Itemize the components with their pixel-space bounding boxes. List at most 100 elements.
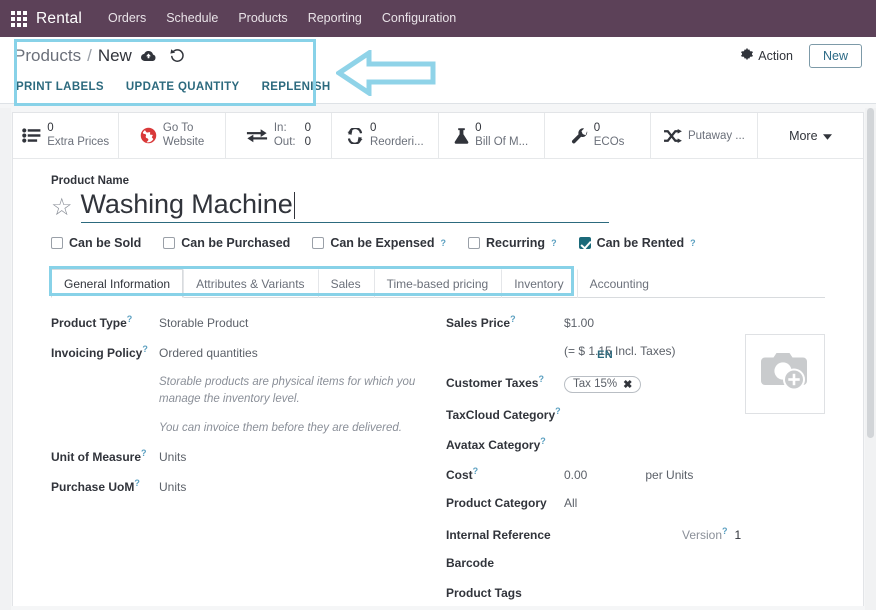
field-value[interactable]: Units	[159, 480, 186, 494]
help-tooltip-icon[interactable]: ?	[473, 466, 479, 476]
field-sales-price: Sales Price? $1.00	[446, 314, 825, 331]
tag-tax-15[interactable]: Tax 15% ✖	[564, 375, 642, 393]
checkbox-can-be-expensed[interactable]: Can be Expensed ?	[312, 236, 446, 250]
product-name-label: Product Name	[51, 175, 129, 187]
field-value[interactable]: Units	[159, 450, 186, 464]
help-tooltip-icon[interactable]: ?	[551, 238, 557, 248]
checkbox-can-be-rented[interactable]: Can be Rented ?	[578, 236, 696, 251]
nav-item-schedule[interactable]: Schedule	[156, 0, 228, 37]
notebook-tabs: General Information Attributes & Variant…	[51, 268, 825, 299]
help-tooltip-icon[interactable]: ?	[510, 314, 516, 324]
field-value[interactable]: All	[564, 496, 577, 510]
version-label: Version?	[682, 525, 728, 542]
app-brand-rental[interactable]: Rental	[36, 10, 82, 28]
breadcrumb: Products / New	[14, 46, 188, 66]
general-information-panel: Product Type? Storable Product Invoicing…	[13, 298, 863, 606]
undo-discard-icon[interactable]	[166, 46, 188, 66]
field-value[interactable]: 0.00	[564, 468, 587, 482]
breadcrumb-current-new: New	[97, 45, 132, 65]
field-cost: Cost? 0.00 per Units	[446, 466, 825, 483]
product-image-placeholder[interactable]	[745, 334, 825, 414]
stat-value: 0	[475, 122, 482, 135]
stat-button-putaway[interactable]: Putaway ...	[651, 113, 758, 158]
stat-button-in-out[interactable]: In: 0 Out: 0	[226, 113, 333, 158]
nav-item-configuration[interactable]: Configuration	[372, 0, 466, 37]
star-favorite-icon[interactable]: ☆	[51, 196, 73, 220]
field-version: Version? 1	[682, 526, 741, 542]
tab-inventory[interactable]: Inventory	[501, 269, 576, 299]
checkbox-box[interactable]	[468, 237, 481, 250]
globe-icon	[140, 127, 157, 144]
nav-item-reporting[interactable]: Reporting	[298, 0, 372, 37]
field-avatax-category: Avatax Category?	[446, 436, 825, 453]
checkbox-can-be-purchased[interactable]: Can be Purchased	[163, 236, 290, 250]
control-panel: Products / New Action New PRINT LABELS U…	[0, 37, 876, 106]
stat-button-ecos[interactable]: 0 ECOs	[545, 113, 652, 158]
stat-button-more[interactable]: More	[758, 113, 863, 158]
tab-general-information[interactable]: General Information	[51, 269, 184, 299]
in-label: In:	[273, 122, 287, 135]
product-form-sheet: 0 Extra Prices Go To Website In: 0 Out: …	[12, 112, 864, 606]
nav-item-products[interactable]: Products	[228, 0, 297, 37]
print-labels-button[interactable]: PRINT LABELS	[16, 81, 104, 93]
help-tooltip-icon[interactable]: ?	[134, 478, 140, 488]
action-menu-label: Action	[758, 48, 793, 63]
more-dropdown: More	[789, 129, 832, 143]
field-product-tags: Product Tags	[446, 586, 825, 603]
breadcrumb-parent-products[interactable]: Products	[14, 46, 81, 66]
refresh-icon	[346, 127, 364, 144]
help-tooltip-icon[interactable]: ?	[555, 406, 561, 416]
tab-accounting[interactable]: Accounting	[576, 269, 662, 299]
nav-item-orders[interactable]: Orders	[98, 0, 156, 37]
checkbox-box[interactable]	[51, 237, 63, 250]
apps-grid-icon[interactable]	[8, 8, 30, 30]
help-tooltip-icon[interactable]: ?	[127, 314, 133, 324]
help-tooltip-icon[interactable]: ?	[142, 344, 148, 354]
in-value: 0	[304, 122, 311, 135]
stat-value: 0	[593, 122, 601, 135]
update-quantity-button[interactable]: UPDATE QUANTITY	[126, 81, 240, 93]
product-name-input[interactable]: Washing Machine	[80, 189, 609, 224]
checkbox-box[interactable]	[578, 237, 591, 250]
stat-button-go-to-website[interactable]: Go To Website	[119, 113, 226, 158]
action-menu-button[interactable]: Action	[735, 45, 799, 66]
field-label: Product Category	[446, 495, 547, 510]
remove-tag-icon[interactable]: ✖	[623, 378, 632, 391]
tab-time-based-pricing[interactable]: Time-based pricing	[373, 269, 502, 299]
field-value[interactable]: $1.00	[564, 316, 594, 330]
field-label: Product Type?	[51, 314, 133, 331]
help-tooltip-icon[interactable]: ?	[441, 238, 447, 248]
replenish-button[interactable]: REPLENISH	[262, 81, 331, 93]
checkbox-label: Can be Rented	[596, 236, 685, 251]
left-gutter	[0, 108, 11, 610]
field-value[interactable]: Ordered quantities	[159, 346, 258, 360]
help-tooltip-icon[interactable]: ?	[690, 238, 696, 248]
checkbox-box[interactable]	[312, 237, 325, 250]
stat-button-reordering[interactable]: 0 Reorderi...	[332, 113, 439, 158]
tab-attributes-variants[interactable]: Attributes & Variants	[183, 269, 318, 299]
stat-button-bill-of-materials[interactable]: 0 Bill Of M...	[439, 113, 545, 158]
cloud-save-icon[interactable]	[138, 46, 160, 66]
cost-uom-suffix: per Units	[645, 467, 694, 482]
vertical-scrollbar[interactable]	[865, 108, 876, 610]
camera-add-icon	[759, 350, 811, 399]
control-panel-top-row: Products / New Action New	[0, 37, 876, 74]
help-tooltip-icon[interactable]: ?	[141, 448, 147, 458]
checkbox-box[interactable]	[163, 237, 176, 250]
stat-button-reordering-text: 0 Reorderi...	[370, 122, 424, 148]
field-label: Product Tags	[446, 585, 522, 600]
scrollbar-thumb[interactable]	[867, 108, 874, 438]
checkbox-can-be-sold[interactable]: Can be Sold	[51, 236, 141, 250]
field-value[interactable]: Storable Product	[159, 316, 248, 330]
field-label: Avatax Category?	[446, 435, 546, 452]
field-label: Purchase UoM?	[51, 477, 140, 494]
checkbox-recurring[interactable]: Recurring ?	[468, 236, 557, 250]
tab-sales[interactable]: Sales	[317, 269, 374, 299]
stat-label: ECOs	[593, 135, 625, 148]
stat-button-extra-prices[interactable]: 0 Extra Prices	[13, 113, 120, 158]
help-tooltip-icon[interactable]: ?	[538, 374, 544, 384]
help-tooltip-icon[interactable]: ?	[540, 436, 546, 446]
help-tooltip-icon[interactable]: ?	[722, 526, 728, 536]
language-badge-en[interactable]: EN	[597, 349, 613, 361]
new-button[interactable]: New	[808, 43, 862, 68]
